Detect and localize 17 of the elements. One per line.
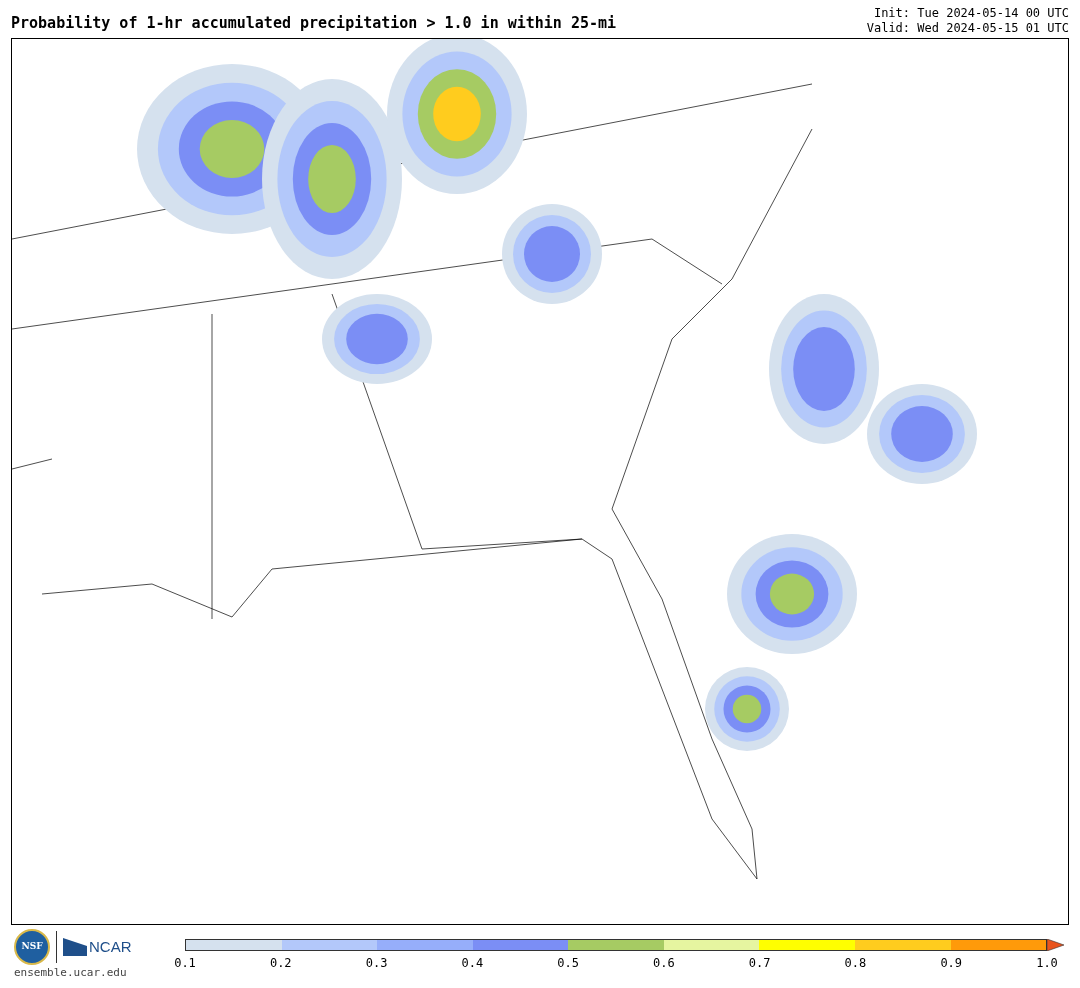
- init-time: Init: Tue 2024-05-14 00 UTC: [873, 6, 1069, 21]
- colorbar-label: 0.1: [174, 955, 196, 972]
- colorbar-label: 0.9: [940, 955, 963, 972]
- ncar-logo-icon: [63, 938, 87, 956]
- colorbar-label: 0.2: [269, 955, 292, 972]
- valid-time: Valid: Wed 2024-05-15 01 UTC: [866, 21, 1069, 36]
- colorbar-label: 0.7: [748, 955, 771, 972]
- colorbar-label: 0.4: [461, 955, 484, 972]
- colorbar-label: 0.8: [844, 955, 867, 972]
- colorbar-label: 1.0: [1036, 955, 1058, 972]
- site-url: ensemble.ucar.edu: [14, 965, 128, 981]
- colorbar-label: 0.5: [557, 955, 579, 972]
- ncar-logo-text: NCAR: [89, 936, 132, 957]
- colorbar-label: 0.3: [365, 955, 388, 972]
- colorbar-label: 0.6: [653, 955, 675, 972]
- nsf-logo-text: NSF: [21, 940, 43, 954]
- chart-title: Probability of 1-hr accumulated precipitation > 1.0 in within 25-mi: [11, 13, 617, 34]
